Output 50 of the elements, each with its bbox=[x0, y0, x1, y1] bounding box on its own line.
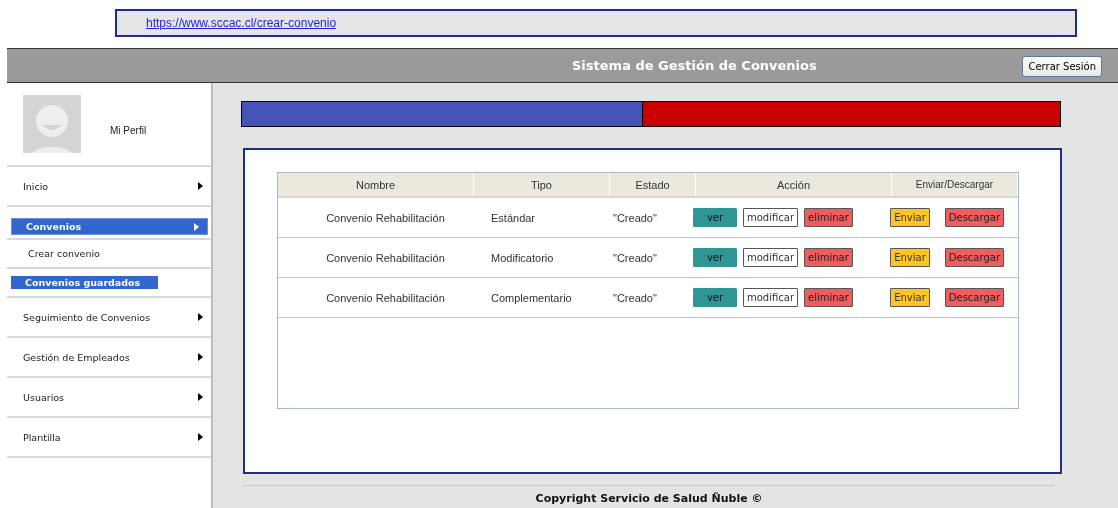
table-cell: Complementario bbox=[491, 291, 572, 304]
delete-button[interactable]: eliminar bbox=[804, 248, 853, 267]
caret-icon bbox=[198, 313, 203, 321]
column-header: Estado bbox=[610, 173, 696, 196]
profile-link[interactable]: Mi Perfil bbox=[110, 124, 147, 136]
copyright-text: Copyright Servicio de Salud Ñuble © bbox=[535, 492, 763, 505]
sidebar-item[interactable]: Inicio bbox=[7, 178, 211, 194]
delete-button[interactable]: eliminar bbox=[804, 208, 853, 227]
download-button[interactable]: Descargar bbox=[944, 248, 1004, 267]
caret-icon bbox=[198, 393, 203, 401]
caret-icon bbox=[198, 433, 203, 441]
send-button[interactable]: Enviar bbox=[890, 208, 930, 227]
edit-button[interactable]: modificar bbox=[743, 248, 799, 267]
logout-button[interactable]: Cerrar Sesión bbox=[1022, 56, 1102, 77]
table-cell: "Creado" bbox=[613, 291, 657, 304]
delete-button[interactable]: eliminar bbox=[804, 288, 853, 307]
column-header: Nombre bbox=[278, 173, 474, 196]
view-button[interactable]: ver bbox=[693, 288, 737, 307]
caret-icon bbox=[194, 222, 199, 231]
view-button[interactable]: ver bbox=[693, 208, 737, 227]
edit-button[interactable]: modificar bbox=[743, 288, 799, 307]
submenu-item[interactable]: Crear convenio bbox=[7, 248, 100, 259]
table-cell: "Creado" bbox=[613, 251, 657, 264]
column-header: Enviar/Descargar bbox=[892, 173, 1018, 196]
column-header: Tipo bbox=[474, 173, 610, 196]
table-cell: Estándar bbox=[491, 211, 536, 224]
view-button[interactable]: ver bbox=[693, 248, 737, 267]
sidebar-item[interactable]: Convenios bbox=[11, 218, 208, 235]
table-cell: "Creado" bbox=[613, 211, 657, 224]
table-cell: Convenio Rehabilitación bbox=[326, 251, 445, 264]
sidebar-item[interactable]: Plantilla bbox=[7, 429, 211, 445]
url-link[interactable]: https://www.sccac.cl/crear-convenio bbox=[146, 16, 337, 30]
caret-icon bbox=[198, 182, 203, 190]
table-cell: Convenio Rehabilitación bbox=[326, 291, 445, 304]
column-header: Acción bbox=[696, 173, 892, 196]
download-button[interactable]: Descargar bbox=[944, 288, 1004, 307]
download-button[interactable]: Descargar bbox=[944, 208, 1004, 227]
app-title: Sistema de Gestión de Convenios bbox=[572, 58, 817, 73]
submenu-item[interactable]: Convenios guardados bbox=[11, 276, 159, 289]
table-cell: Modificatorio bbox=[491, 251, 554, 264]
sidebar-item[interactable]: Seguimiento de Convenios bbox=[7, 309, 211, 325]
send-button[interactable]: Enviar bbox=[890, 248, 930, 267]
edit-button[interactable]: modificar bbox=[743, 208, 799, 227]
send-button[interactable]: Enviar bbox=[890, 288, 930, 307]
caret-icon bbox=[198, 353, 203, 361]
sidebar-item[interactable]: Usuarios bbox=[7, 389, 211, 405]
avatar-icon bbox=[23, 95, 81, 153]
table-cell: Convenio Rehabilitación bbox=[326, 211, 445, 224]
sidebar-item[interactable]: Gestión de Empleados bbox=[7, 349, 211, 365]
address-bar[interactable]: https://www.sccac.cl/crear-convenio bbox=[115, 9, 1077, 37]
